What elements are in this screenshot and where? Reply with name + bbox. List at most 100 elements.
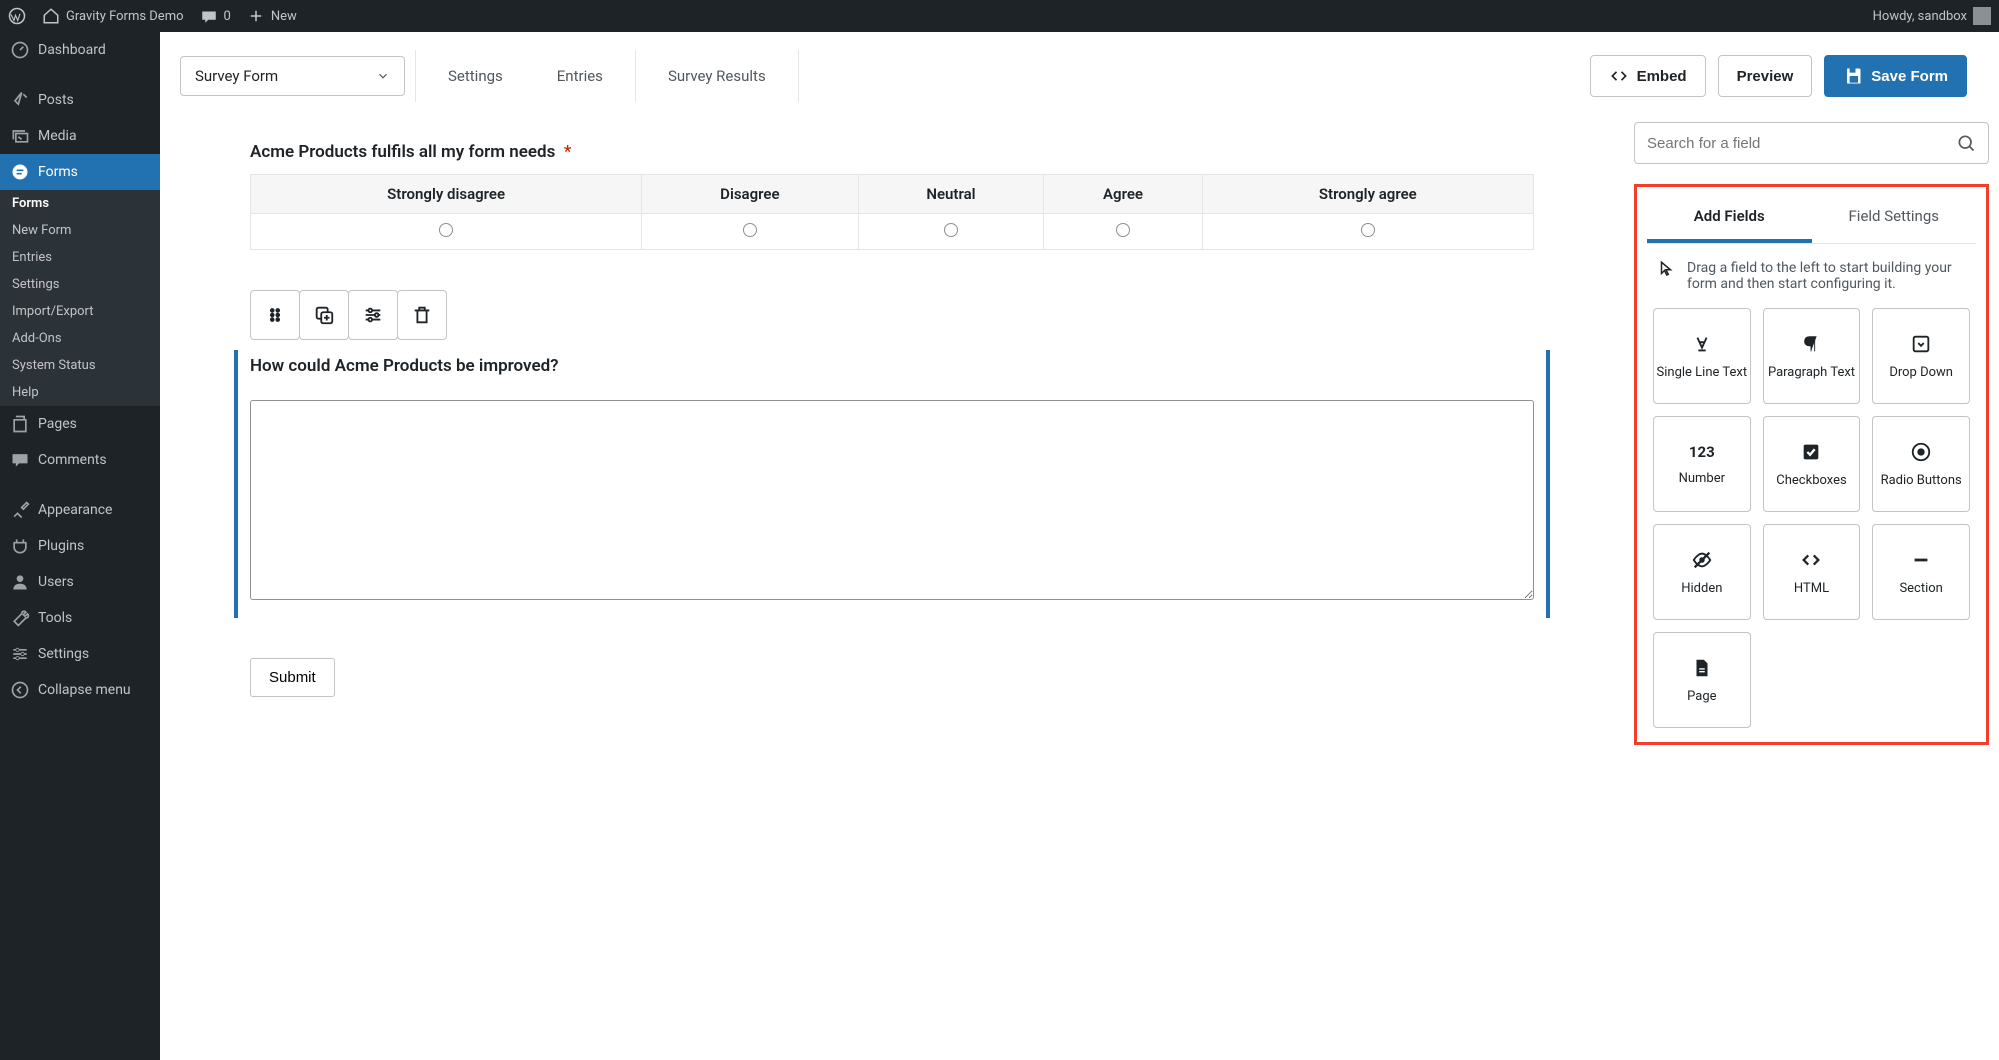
settings-button[interactable] bbox=[348, 290, 398, 340]
cursor-icon bbox=[1657, 260, 1675, 278]
sidebar-label: Comments bbox=[38, 452, 107, 468]
chevron-down-icon bbox=[376, 69, 390, 83]
tab-survey-results[interactable]: Survey Results bbox=[646, 57, 788, 95]
comments-link[interactable]: 0 bbox=[200, 7, 231, 25]
site-name-link[interactable]: Gravity Forms Demo bbox=[42, 7, 184, 25]
tab-entries[interactable]: Entries bbox=[535, 57, 625, 95]
save-button[interactable]: Save Form bbox=[1824, 55, 1967, 97]
wp-logo[interactable] bbox=[8, 7, 26, 25]
sidebar-label: Pages bbox=[38, 416, 77, 432]
form-topbar: Survey Form Settings Entries Survey Resu… bbox=[160, 32, 1999, 102]
form-editor: Acme Products fulfils all my form needs … bbox=[160, 102, 1624, 1060]
comment-count: 0 bbox=[224, 9, 231, 24]
hidden-icon bbox=[1691, 549, 1713, 571]
paragraph-icon bbox=[1800, 333, 1822, 355]
likert-table: Strongly disagree Disagree Neutral Agree… bbox=[250, 174, 1534, 250]
submit-button[interactable]: Submit bbox=[250, 658, 335, 697]
sidebar-sub-help[interactable]: Help bbox=[0, 379, 160, 406]
sidebar-item-tools[interactable]: Tools bbox=[0, 600, 160, 636]
sidebar-sub-addons[interactable]: Add-Ons bbox=[0, 325, 160, 352]
sidebar-sub-settings[interactable]: Settings bbox=[0, 271, 160, 298]
likert-radio[interactable] bbox=[1116, 223, 1130, 237]
drag-icon bbox=[264, 304, 286, 326]
delete-button[interactable] bbox=[397, 290, 447, 340]
sidebar-item-appearance[interactable]: Appearance bbox=[0, 492, 160, 528]
preview-button[interactable]: Preview bbox=[1718, 55, 1813, 97]
sidebar-item-forms[interactable]: Forms bbox=[0, 154, 160, 190]
page-icon bbox=[1691, 657, 1713, 679]
drag-hint: Drag a field to the left to start buildi… bbox=[1647, 244, 1976, 308]
right-panel: Add Fields Field Settings Drag a field t… bbox=[1624, 102, 1999, 1060]
likert-header: Strongly disagree bbox=[251, 175, 642, 214]
number-icon: 123 bbox=[1689, 443, 1715, 461]
sidebar-item-pages[interactable]: Pages bbox=[0, 406, 160, 442]
sidebar-item-media[interactable]: Media bbox=[0, 118, 160, 154]
field-radio[interactable]: Radio Buttons bbox=[1872, 416, 1970, 512]
admin-bar: Gravity Forms Demo 0 New Howdy, sandbox bbox=[0, 0, 1999, 32]
duplicate-button[interactable] bbox=[299, 290, 349, 340]
trash-icon bbox=[411, 304, 433, 326]
sidebar-sub-import[interactable]: Import/Export bbox=[0, 298, 160, 325]
tab-add-fields[interactable]: Add Fields bbox=[1647, 193, 1812, 243]
site-name: Gravity Forms Demo bbox=[66, 9, 184, 24]
sidebar-label: Settings bbox=[38, 646, 89, 662]
field-search[interactable] bbox=[1634, 122, 1989, 164]
field-page[interactable]: Page bbox=[1653, 632, 1751, 728]
radio-icon bbox=[1910, 441, 1932, 463]
sidebar-sub-forms[interactable]: Forms bbox=[0, 190, 160, 217]
sidebar-sub-newform[interactable]: New Form bbox=[0, 217, 160, 244]
sidebar-item-comments[interactable]: Comments bbox=[0, 442, 160, 478]
form-switcher[interactable]: Survey Form bbox=[180, 56, 405, 96]
field-single-line[interactable]: Single Line Text bbox=[1653, 308, 1751, 404]
field-toolbar bbox=[250, 290, 1534, 340]
sidebar-label: Plugins bbox=[38, 538, 84, 554]
tab-settings[interactable]: Settings bbox=[426, 57, 525, 95]
divider bbox=[415, 50, 416, 102]
field-number[interactable]: 123Number bbox=[1653, 416, 1751, 512]
sidebar-sub-entries[interactable]: Entries bbox=[0, 244, 160, 271]
likert-radio[interactable] bbox=[944, 223, 958, 237]
sidebar-label: Tools bbox=[38, 610, 72, 626]
likert-header: Strongly agree bbox=[1202, 175, 1533, 214]
new-link[interactable]: New bbox=[247, 7, 297, 25]
sidebar-item-plugins[interactable]: Plugins bbox=[0, 528, 160, 564]
likert-radio[interactable] bbox=[439, 223, 453, 237]
howdy-link[interactable]: Howdy, sandbox bbox=[1873, 7, 1991, 25]
field-grid: Single Line Text Paragraph Text Drop Dow… bbox=[1647, 308, 1976, 728]
likert-radio[interactable] bbox=[743, 223, 757, 237]
likert-header: Agree bbox=[1044, 175, 1202, 214]
section-icon bbox=[1910, 549, 1932, 571]
sidebar-label: Dashboard bbox=[38, 42, 106, 58]
sidebar-item-posts[interactable]: Posts bbox=[0, 82, 160, 118]
save-label: Save Form bbox=[1871, 68, 1948, 85]
field-hidden[interactable]: Hidden bbox=[1653, 524, 1751, 620]
likert-radio[interactable] bbox=[1361, 223, 1375, 237]
sliders-icon bbox=[362, 304, 384, 326]
sidebar-sub-status[interactable]: System Status bbox=[0, 352, 160, 379]
drag-handle[interactable] bbox=[250, 290, 300, 340]
sidebar-item-dashboard[interactable]: Dashboard bbox=[0, 32, 160, 68]
sidebar-item-users[interactable]: Users bbox=[0, 564, 160, 600]
field-section[interactable]: Section bbox=[1872, 524, 1970, 620]
sidebar-label: Posts bbox=[38, 92, 74, 108]
embed-label: Embed bbox=[1637, 68, 1687, 85]
required-asterisk: * bbox=[564, 142, 572, 162]
embed-button[interactable]: Embed bbox=[1590, 55, 1706, 97]
question2-label: How could Acme Products be improved? bbox=[250, 356, 1534, 376]
code-icon bbox=[1609, 66, 1629, 86]
sidebar-item-settings[interactable]: Settings bbox=[0, 636, 160, 672]
field-html[interactable]: HTML bbox=[1763, 524, 1861, 620]
field-checkboxes[interactable]: Checkboxes bbox=[1763, 416, 1861, 512]
question1-label: Acme Products fulfils all my form needs … bbox=[250, 142, 1534, 162]
sidebar-item-collapse[interactable]: Collapse menu bbox=[0, 672, 160, 708]
sidebar-submenu: Forms New Form Entries Settings Import/E… bbox=[0, 190, 160, 406]
search-icon bbox=[1956, 133, 1976, 153]
field-paragraph[interactable]: Paragraph Text bbox=[1763, 308, 1861, 404]
howdy-text: Howdy, sandbox bbox=[1873, 9, 1967, 24]
admin-sidebar: Dashboard Posts Media Forms Forms New Fo… bbox=[0, 32, 160, 1060]
field-dropdown[interactable]: Drop Down bbox=[1872, 308, 1970, 404]
selected-field[interactable]: How could Acme Products be improved? bbox=[234, 350, 1550, 618]
paragraph-textarea[interactable] bbox=[250, 400, 1534, 600]
search-input[interactable] bbox=[1647, 135, 1956, 152]
tab-field-settings[interactable]: Field Settings bbox=[1812, 193, 1977, 243]
